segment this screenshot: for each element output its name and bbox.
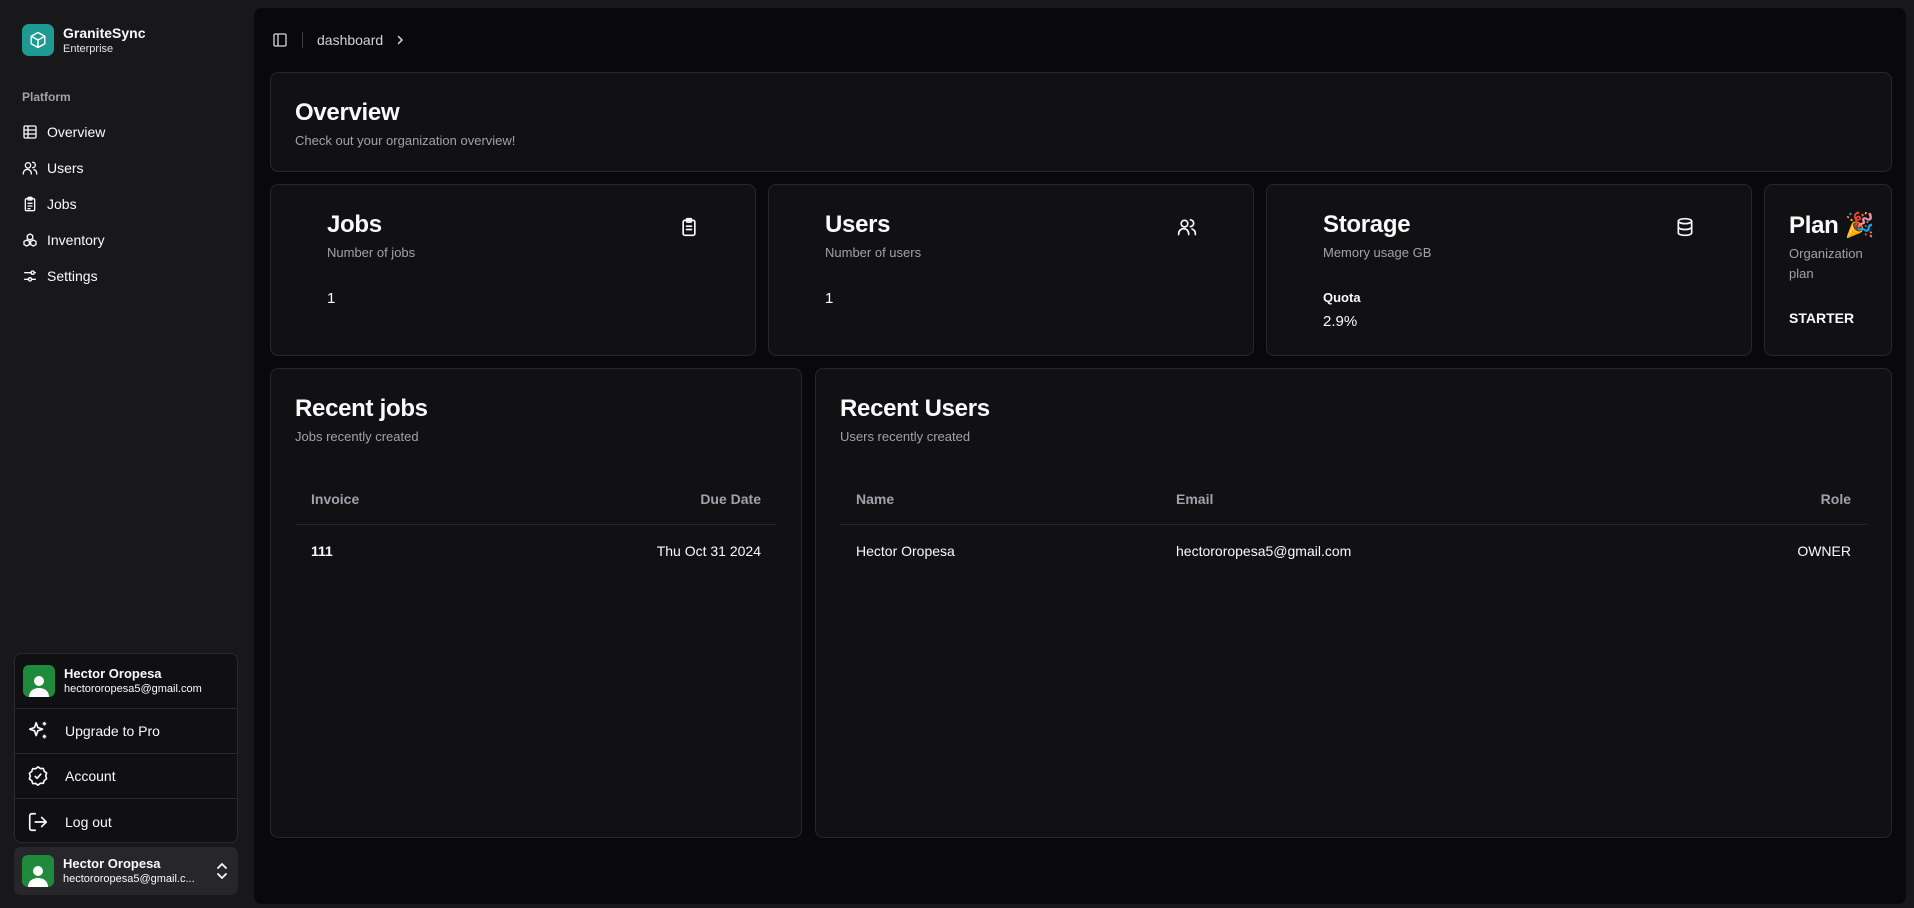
recent-users-title: Recent Users <box>840 395 990 422</box>
user-email-cell: hectororopesa5@gmail.com <box>1176 543 1352 560</box>
log-out-label: Log out <box>65 813 112 830</box>
users-stat-subtitle: Number of users <box>825 245 922 260</box>
chevron-right-icon <box>395 35 405 45</box>
sidebar-item-inventory[interactable]: Inventory <box>22 222 232 258</box>
sidebar-item-label: Overview <box>47 124 106 140</box>
table-row[interactable]: 111 Thu Oct 31 2024 <box>295 524 777 578</box>
avatar <box>22 855 54 887</box>
plan-stat-subtitle: Organization plan <box>1789 246 1863 281</box>
sidebar-toggle-icon[interactable] <box>272 32 288 48</box>
sidebar-item-jobs[interactable]: Jobs <box>22 186 232 222</box>
clipboard-list-icon <box>679 217 699 237</box>
nav-group-label: Platform <box>22 90 71 104</box>
plan-value: STARTER <box>1789 310 1855 326</box>
breadcrumb-dashboard[interactable]: dashboard <box>317 32 383 48</box>
recent-users-subtitle: Users recently created <box>840 429 971 444</box>
users-icon <box>22 160 38 176</box>
boxes-icon <box>22 232 38 248</box>
user-role-cell: OWNER <box>1797 543 1851 560</box>
sidebar-item-label: Settings <box>47 268 98 284</box>
sidebar-item-users[interactable]: Users <box>22 150 232 186</box>
sidebar-nav: Overview Users Jobs Inventory Settings <box>22 114 232 294</box>
database-icon <box>1675 217 1695 237</box>
jobs-stat-value: 1 <box>327 290 336 307</box>
user-footer-email: hectororopesa5@gmail.c... <box>63 872 195 885</box>
column-header-invoice: Invoice <box>295 474 474 525</box>
storage-stat-card: Storage Memory usage GB Quota 2.9% <box>1266 184 1752 356</box>
recent-jobs-subtitle: Jobs recently created <box>295 429 419 444</box>
badge-check-icon <box>27 765 49 787</box>
sidebar-item-label: Jobs <box>47 196 77 212</box>
account-button[interactable]: Account <box>15 754 237 799</box>
log-out-icon <box>27 811 49 833</box>
users-stat-card: Users Number of users 1 <box>768 184 1254 356</box>
avatar <box>23 665 55 697</box>
brand-name: GraniteSync <box>63 24 146 41</box>
account-label: Account <box>65 768 116 784</box>
brand-logo-icon <box>22 24 54 56</box>
column-header-role: Role <box>1660 474 1867 525</box>
users-icon <box>1177 217 1197 237</box>
user-menu-name: Hector Oropesa <box>64 665 162 681</box>
sidebar-item-label: Users <box>47 160 84 176</box>
jobs-stat-title: Jobs <box>327 211 382 238</box>
sliders-icon <box>22 268 38 284</box>
job-due-date-cell: Thu Oct 31 2024 <box>656 543 761 560</box>
users-stat-title: Users <box>825 211 891 238</box>
sidebar-item-overview[interactable]: Overview <box>22 114 232 150</box>
recent-jobs-title: Recent jobs <box>295 395 428 422</box>
user-menu-email: hectororopesa5@gmail.com <box>64 682 202 695</box>
table-row[interactable]: Hector Oropesa hectororopesa5@gmail.com … <box>840 524 1867 578</box>
storage-stat-subtitle: Memory usage GB <box>1323 245 1432 260</box>
page-subtitle: Check out your organization overview! <box>295 133 516 148</box>
upgrade-label: Upgrade to Pro <box>65 723 160 739</box>
overview-card: Overview Check out your organization ove… <box>270 72 1892 172</box>
column-header-name: Name <box>840 474 1160 525</box>
chevrons-up-down-icon <box>214 861 230 881</box>
storage-stat-title: Storage <box>1323 211 1411 238</box>
recent-jobs-card: Recent jobs Jobs recently created Invoic… <box>270 368 802 838</box>
sidebar-item-label: Inventory <box>47 232 105 248</box>
storage-quota-label: Quota <box>1323 290 1361 305</box>
job-invoice-cell: 111 <box>311 543 333 560</box>
sidebar-item-settings[interactable]: Settings <box>22 258 232 294</box>
main-content: dashboard Overview Check out your organi… <box>254 8 1906 904</box>
page-title: Overview <box>295 99 400 126</box>
plan-stat-title: Plan 🎉 <box>1789 212 1875 239</box>
column-header-email: Email <box>1160 474 1661 525</box>
jobs-stat-card: Jobs Number of jobs 1 <box>270 184 756 356</box>
sidebar: GraniteSync Enterprise Platform Overview… <box>0 0 250 908</box>
column-header-due-date: Due Date <box>473 474 777 525</box>
sparkles-icon <box>27 720 49 742</box>
recent-users-card: Recent Users Users recently created Name… <box>815 368 1892 838</box>
clipboard-icon <box>22 196 38 212</box>
users-stat-value: 1 <box>825 290 834 307</box>
user-footer-name: Hector Oropesa <box>63 855 161 871</box>
topbar-divider <box>302 32 303 48</box>
brand-tier: Enterprise <box>63 42 114 55</box>
recent-jobs-table: Invoice Due Date 111 Thu Oct 31 2024 <box>295 474 777 578</box>
user-switcher-button[interactable]: Hector Oropesa hectororopesa5@gmail.c... <box>14 847 238 895</box>
jobs-stat-subtitle: Number of jobs <box>327 245 416 260</box>
table-icon <box>22 124 38 140</box>
storage-quota-value: 2.9% <box>1323 313 1358 330</box>
user-menu: Hector Oropesa hectororopesa5@gmail.com … <box>14 653 238 843</box>
log-out-button[interactable]: Log out <box>15 799 237 844</box>
plan-stat-card: Plan 🎉 Organization plan STARTER <box>1764 184 1892 356</box>
upgrade-to-pro-button[interactable]: Upgrade to Pro <box>15 709 237 754</box>
user-menu-header: Hector Oropesa hectororopesa5@gmail.com <box>15 654 237 709</box>
topbar: dashboard <box>272 30 405 50</box>
brand[interactable]: GraniteSync Enterprise <box>22 24 145 56</box>
user-name-cell: Hector Oropesa <box>856 543 955 560</box>
recent-users-table: Name Email Role Hector Oropesa hectororo… <box>840 474 1867 578</box>
